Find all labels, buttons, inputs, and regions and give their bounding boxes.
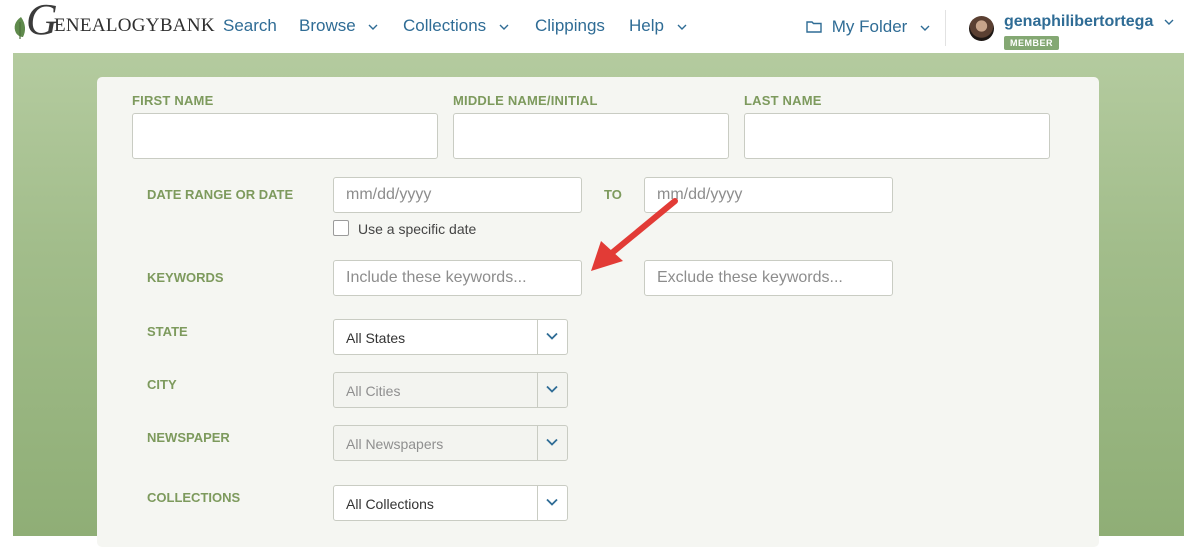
first-name-label: FIRST NAME <box>132 93 214 108</box>
chevron-down-icon <box>499 24 509 30</box>
newspaper-select-toggle[interactable] <box>537 426 567 460</box>
newspaper-label: NEWSPAPER <box>147 430 230 445</box>
search-form-panel: FIRST NAME MIDDLE NAME/INITIAL LAST NAME… <box>97 77 1099 547</box>
chevron-down-icon <box>546 438 558 446</box>
last-name-input[interactable] <box>744 113 1050 159</box>
date-range-label: DATE RANGE OR DATE <box>147 187 294 202</box>
state-label: STATE <box>147 324 188 339</box>
middle-name-input[interactable] <box>453 113 729 159</box>
specific-date-checkbox[interactable] <box>333 220 349 236</box>
chevron-down-icon <box>920 25 930 31</box>
header-divider <box>945 10 946 46</box>
user-menu[interactable]: genaphilibertortega <box>1004 13 1174 31</box>
newspaper-select[interactable]: All Newspapers <box>333 425 568 461</box>
state-select-value: All States <box>346 330 406 346</box>
chevron-down-icon <box>368 24 378 30</box>
chevron-down-icon <box>1164 19 1174 25</box>
nav-browse[interactable]: Browse <box>299 16 378 36</box>
keywords-label: KEYWORDS <box>147 270 224 285</box>
username-label: genaphilibertortega <box>1004 13 1154 30</box>
city-select-value: All Cities <box>346 383 401 399</box>
red-arrow-annotation <box>591 198 678 271</box>
date-from-input[interactable] <box>333 177 582 213</box>
first-name-input[interactable] <box>132 113 438 159</box>
collections-select[interactable]: All Collections <box>333 485 568 521</box>
city-label: CITY <box>147 377 177 392</box>
member-badge: MEMBER <box>1004 36 1059 50</box>
nav-search[interactable]: Search <box>223 16 277 36</box>
specific-date-label[interactable]: Use a specific date <box>358 221 476 237</box>
chevron-down-icon <box>546 332 558 340</box>
middle-name-label: MIDDLE NAME/INITIAL <box>453 93 598 108</box>
state-select[interactable]: All States <box>333 319 568 355</box>
city-select[interactable]: All Cities <box>333 372 568 408</box>
state-select-toggle[interactable] <box>537 320 567 354</box>
genealogybank-logo[interactable]: G ENEALOGYBANK <box>10 0 215 50</box>
nav-browse-label: Browse <box>299 16 356 35</box>
nav-clippings[interactable]: Clippings <box>535 16 605 36</box>
collections-select-toggle[interactable] <box>537 486 567 520</box>
city-select-toggle[interactable] <box>537 373 567 407</box>
avatar[interactable] <box>969 16 994 41</box>
logo-initial: G <box>26 0 58 44</box>
newspaper-select-value: All Newspapers <box>346 436 444 452</box>
top-navigation-bar: G ENEALOGYBANK Search Browse Collections… <box>0 0 1198 53</box>
my-folder-menu[interactable]: My Folder <box>806 17 930 37</box>
chevron-down-icon <box>546 498 558 506</box>
nav-collections[interactable]: Collections <box>403 16 509 36</box>
nav-clippings-label: Clippings <box>535 16 605 35</box>
nav-collections-label: Collections <box>403 16 487 35</box>
my-folder-label: My Folder <box>831 17 908 36</box>
nav-help[interactable]: Help <box>629 16 687 36</box>
folder-icon <box>806 21 822 33</box>
chevron-down-icon <box>546 385 558 393</box>
include-keywords-input[interactable] <box>333 260 582 296</box>
logo-wordmark: ENEALOGYBANK <box>54 15 215 36</box>
collections-select-value: All Collections <box>346 496 434 512</box>
last-name-label: LAST NAME <box>744 93 822 108</box>
chevron-down-icon <box>677 24 687 30</box>
nav-search-label: Search <box>223 16 277 35</box>
collections-label: COLLECTIONS <box>147 490 241 505</box>
nav-help-label: Help <box>629 16 664 35</box>
